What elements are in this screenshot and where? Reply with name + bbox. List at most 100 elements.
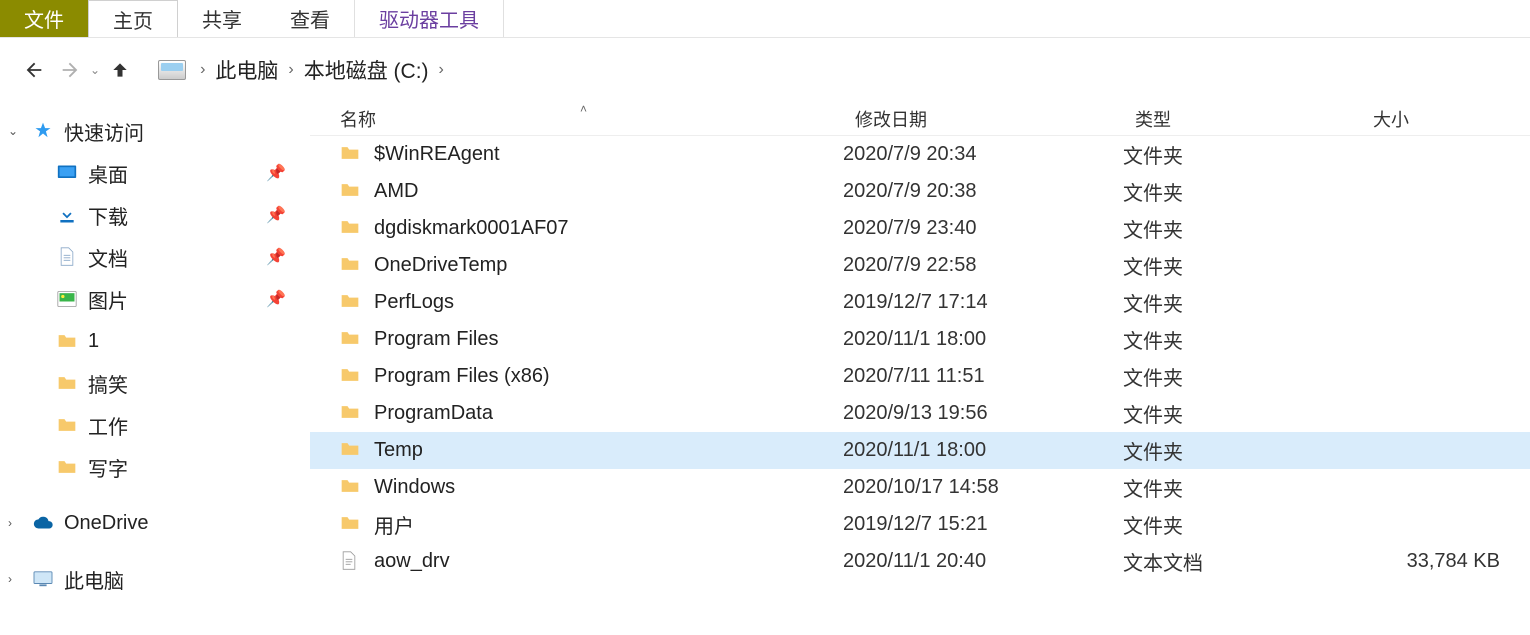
- file-list-pane: 名称 ˄ 修改日期 类型 大小 $WinREAgent2020/7/9 20:3…: [310, 102, 1530, 635]
- sidebar-this-pc[interactable]: › 此电脑: [0, 558, 310, 600]
- sidebar-pictures[interactable]: 图片 📌: [0, 278, 310, 320]
- cloud-icon: [32, 512, 54, 534]
- file-row[interactable]: OneDriveTemp2020/7/9 22:58文件夹: [310, 247, 1530, 284]
- file-row[interactable]: Program Files (x86) 2020/7/11 11:51文件夹: [310, 358, 1530, 395]
- chevron-down-icon[interactable]: ⌄: [8, 124, 18, 138]
- column-header-label: 名称: [340, 110, 376, 130]
- crumb-this-pc[interactable]: 此电脑: [211, 55, 282, 85]
- folder-icon: [56, 456, 78, 478]
- column-header-name[interactable]: 名称 ˄: [340, 106, 855, 132]
- file-type: 文件夹: [1123, 177, 1361, 206]
- sidebar-downloads[interactable]: 下载 📌: [0, 194, 310, 236]
- folder-icon: [340, 477, 362, 499]
- pin-icon: 📌: [266, 163, 286, 183]
- folder-icon: [340, 514, 362, 536]
- file-row[interactable]: Windows2020/10/17 14:58文件夹: [310, 469, 1530, 506]
- folder-icon: [340, 440, 362, 462]
- file-name: ProgramData: [374, 402, 493, 425]
- folder-icon: [340, 292, 362, 314]
- tab-drive-tools[interactable]: 驱动器工具: [354, 0, 504, 37]
- file-date: 2020/9/13 19:56: [843, 402, 1123, 425]
- file-row[interactable]: aow_drv 2020/11/1 20:40文本文档33,784 KB: [310, 543, 1530, 580]
- sidebar-folder-write[interactable]: 写字: [0, 446, 310, 488]
- tab-view[interactable]: 查看: [266, 0, 354, 37]
- recent-locations-dropdown[interactable]: ⌄: [90, 63, 100, 77]
- file-date: 2019/12/7 17:14: [843, 291, 1123, 314]
- file-date: 2020/11/1 18:00: [843, 439, 1123, 462]
- download-icon: [56, 204, 78, 226]
- sidebar-documents[interactable]: 文档 📌: [0, 236, 310, 278]
- file-type: 文件夹: [1123, 288, 1361, 317]
- file-date: 2020/7/9 22:58: [843, 254, 1123, 277]
- file-type: 文件夹: [1123, 399, 1361, 428]
- back-button[interactable]: [20, 56, 48, 84]
- file-type: 文件夹: [1123, 251, 1361, 280]
- sidebar-item-label: 图片: [88, 285, 128, 314]
- folder-icon: [340, 329, 362, 351]
- sidebar-folder-1[interactable]: 1: [0, 320, 310, 362]
- folder-icon: [56, 330, 78, 352]
- file-type: 文本文档: [1123, 547, 1361, 576]
- sidebar-item-label: 快速访问: [64, 117, 144, 146]
- file-row[interactable]: PerfLogs2019/12/7 17:14文件夹: [310, 284, 1530, 321]
- file-name: Program Files (x86): [374, 365, 550, 388]
- up-button[interactable]: [106, 56, 134, 84]
- chevron-right-icon[interactable]: ›: [8, 572, 12, 586]
- forward-button[interactable]: [56, 56, 84, 84]
- sidebar-folder-funny[interactable]: 搞笑: [0, 362, 310, 404]
- column-header-size[interactable]: 大小: [1373, 106, 1530, 132]
- sidebar-desktop[interactable]: 桌面 📌: [0, 152, 310, 194]
- file-type: 文件夹: [1123, 362, 1361, 391]
- file-date: 2020/7/9 23:40: [843, 217, 1123, 240]
- sidebar-folder-work[interactable]: 工作: [0, 404, 310, 446]
- column-header-type[interactable]: 类型: [1135, 106, 1373, 132]
- sidebar-item-label: 文档: [88, 243, 128, 272]
- folder-icon: [340, 144, 362, 166]
- folder-icon: [340, 366, 362, 388]
- picture-icon: [56, 288, 78, 310]
- navigation-bar: ⌄ › 此电脑 › 本地磁盘 (C:) ›: [0, 38, 1530, 102]
- sidebar-quick-access[interactable]: ⌄ 快速访问: [0, 110, 310, 152]
- file-type: 文件夹: [1123, 325, 1361, 354]
- file-row[interactable]: ProgramData 2020/9/13 19:56文件夹: [310, 395, 1530, 432]
- file-date: 2020/11/1 20:40: [843, 550, 1123, 573]
- file-date: 2020/11/1 18:00: [843, 328, 1123, 351]
- file-row[interactable]: Program Files 2020/11/1 18:00文件夹: [310, 321, 1530, 358]
- file-date: 2020/7/11 11:51: [843, 365, 1123, 388]
- file-name: 用户: [374, 510, 414, 539]
- folder-icon: [340, 255, 362, 277]
- tab-file[interactable]: 文件: [0, 0, 88, 37]
- file-row[interactable]: 用户2019/12/7 15:21文件夹: [310, 506, 1530, 543]
- pin-icon: 📌: [266, 205, 286, 225]
- sidebar-item-label: 搞笑: [88, 369, 128, 398]
- sidebar-onedrive[interactable]: › OneDrive: [0, 502, 310, 544]
- crumb-sep-icon[interactable]: ›: [194, 61, 211, 79]
- file-row[interactable]: $WinREAgent2020/7/9 20:34文件夹: [310, 136, 1530, 173]
- column-header-date[interactable]: 修改日期: [855, 106, 1135, 132]
- sort-asc-icon: ˄: [580, 102, 587, 116]
- file-date: 2020/7/9 20:38: [843, 180, 1123, 203]
- file-row[interactable]: Temp2020/11/1 18:00文件夹: [310, 432, 1530, 469]
- file-name: aow_drv: [374, 550, 450, 573]
- file-name: Temp: [374, 439, 423, 462]
- pin-icon: 📌: [266, 289, 286, 309]
- file-row[interactable]: dgdiskmark0001AF072020/7/9 23:40文件夹: [310, 210, 1530, 247]
- file-name: Program Files: [374, 328, 498, 351]
- tab-share[interactable]: 共享: [178, 0, 266, 37]
- sidebar-item-label: 桌面: [88, 159, 128, 188]
- folder-icon: [340, 403, 362, 425]
- chevron-right-icon[interactable]: ›: [8, 516, 12, 530]
- file-date: 2020/10/17 14:58: [843, 476, 1123, 499]
- folder-icon: [56, 372, 78, 394]
- sidebar-item-label: 此电脑: [64, 565, 124, 594]
- file-type: 文件夹: [1123, 214, 1361, 243]
- file-row[interactable]: AMD2020/7/9 20:38文件夹: [310, 173, 1530, 210]
- file-size: 33,784 KB: [1361, 550, 1530, 573]
- crumb-sep-icon[interactable]: ›: [433, 61, 450, 79]
- file-type: 文件夹: [1123, 140, 1361, 169]
- sidebar-item-label: 写字: [88, 453, 128, 482]
- crumb-sep-icon[interactable]: ›: [282, 61, 299, 79]
- tab-home[interactable]: 主页: [88, 0, 178, 37]
- crumb-local-disk-c[interactable]: 本地磁盘 (C:): [300, 55, 433, 85]
- file-rows: $WinREAgent2020/7/9 20:34文件夹AMD2020/7/9 …: [310, 136, 1530, 635]
